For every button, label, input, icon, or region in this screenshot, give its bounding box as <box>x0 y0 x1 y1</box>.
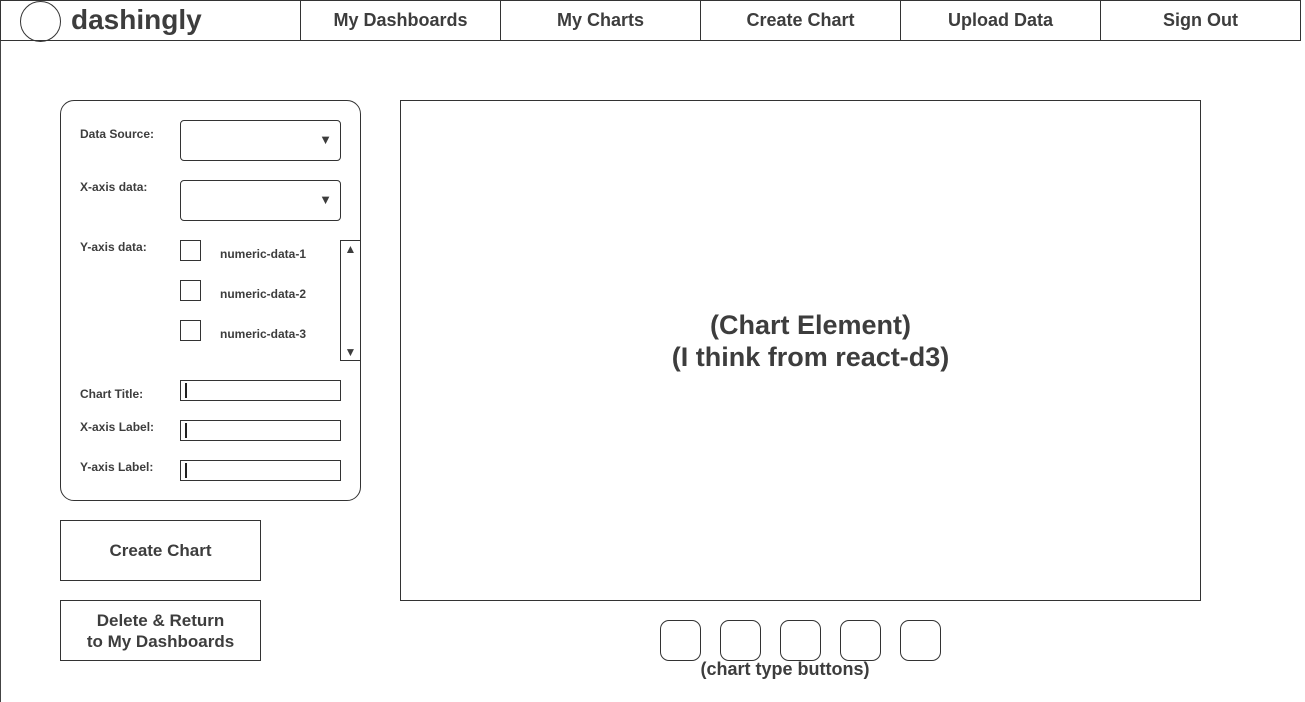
y-axis-list-scrollbar[interactable]: ▲ ▼ <box>340 240 361 361</box>
nav-upload-data[interactable]: Upload Data <box>900 0 1101 41</box>
dropdown-arrow-icon: ▼ <box>319 192 332 207</box>
x-axis-data-select[interactable]: ▼ <box>180 180 341 221</box>
y-axis-checkbox-1[interactable] <box>180 240 201 261</box>
data-source-label: Data Source: <box>80 127 155 141</box>
x-axis-label-input[interactable] <box>180 420 341 441</box>
dropdown-arrow-icon: ▼ <box>319 132 332 147</box>
chart-placeholder-line-2: (I think from react-d3) <box>671 342 950 372</box>
chart-placeholder-text: (Chart Element) (I think from react-d3) <box>401 309 1220 373</box>
chart-config-panel: Data Source: ▼ X-axis data: ▼ Y-axis dat… <box>60 100 361 501</box>
y-axis-checkbox-3[interactable] <box>180 320 201 341</box>
delete-return-line-1: Delete & Return <box>96 610 225 630</box>
nav-my-dashboards[interactable]: My Dashboards <box>300 0 501 41</box>
text-caret <box>185 383 187 398</box>
nav-create-chart[interactable]: Create Chart <box>700 0 901 41</box>
y-axis-checkbox-2[interactable] <box>180 280 201 301</box>
data-source-select[interactable]: ▼ <box>180 120 341 161</box>
scroll-down-arrow-icon[interactable]: ▼ <box>341 345 360 359</box>
chart-placeholder-line-1: (Chart Element) <box>709 310 912 340</box>
chart-title-input[interactable] <box>180 380 341 401</box>
chart-type-button-3[interactable] <box>780 620 821 661</box>
logo-circle-icon <box>20 1 61 42</box>
y-axis-label-input[interactable] <box>180 460 341 481</box>
chart-type-button-4[interactable] <box>840 620 881 661</box>
chart-element-placeholder: (Chart Element) (I think from react-d3) <box>400 100 1201 601</box>
create-chart-button[interactable]: Create Chart <box>60 520 261 581</box>
chart-type-button-5[interactable] <box>900 620 941 661</box>
chart-type-button-2[interactable] <box>720 620 761 661</box>
chart-type-buttons-caption: (chart type buttons) <box>700 659 870 679</box>
y-axis-option-label-3: numeric-data-3 <box>220 327 307 341</box>
delete-return-line-2: to My Dashboards <box>86 631 235 651</box>
app-name: dashingly <box>71 4 202 35</box>
top-navigation-bar: dashingly My Dashboards My Charts Create… <box>0 0 1301 42</box>
y-axis-option-label-1: numeric-data-1 <box>220 247 307 261</box>
y-axis-label-label: Y-axis Label: <box>80 460 154 474</box>
x-axis-data-label: X-axis data: <box>80 180 148 194</box>
text-caret <box>185 463 187 478</box>
logo-area[interactable]: dashingly <box>0 0 301 42</box>
x-axis-label-label: X-axis Label: <box>80 420 155 434</box>
nav-my-charts[interactable]: My Charts <box>500 0 701 41</box>
y-axis-data-label: Y-axis data: <box>80 240 147 254</box>
page-frame-edge <box>0 0 1 702</box>
scroll-up-arrow-icon[interactable]: ▲ <box>341 242 360 256</box>
text-caret <box>185 423 187 438</box>
nav-sign-out[interactable]: Sign Out <box>1100 0 1301 41</box>
chart-type-button-1[interactable] <box>660 620 701 661</box>
delete-return-button[interactable]: Delete & Return to My Dashboards <box>60 600 261 661</box>
chart-title-label: Chart Title: <box>80 387 144 401</box>
y-axis-option-label-2: numeric-data-2 <box>220 287 307 301</box>
